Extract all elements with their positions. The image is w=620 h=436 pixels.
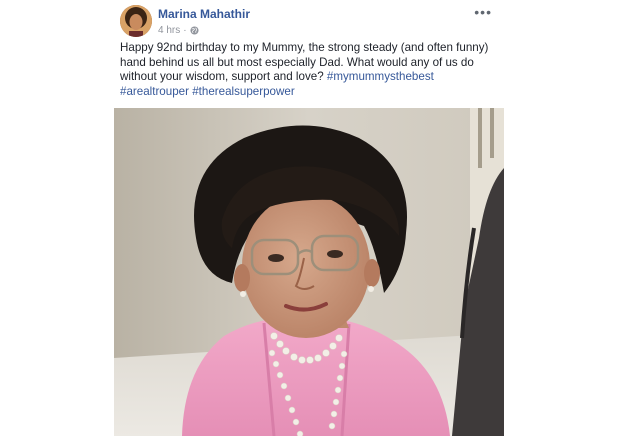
post-header: Marina Mahathir 4 hrs · ••• xyxy=(120,5,500,41)
meta-separator: · xyxy=(183,25,187,36)
more-options-icon[interactable]: ••• xyxy=(474,5,492,19)
avatar-image xyxy=(120,5,152,37)
photo-illustration xyxy=(114,108,504,436)
hashtag-link[interactable]: #mymummysthebest xyxy=(327,70,434,83)
globe-icon[interactable] xyxy=(190,26,199,35)
hashtag-link[interactable]: #therealsuperpower xyxy=(192,85,294,98)
post-message: Happy 92nd birthday to my Mummy, the str… xyxy=(120,41,498,99)
hashtag-link[interactable]: #arealtrouper xyxy=(120,85,189,98)
post-photo[interactable] xyxy=(114,108,504,436)
author-name[interactable]: Marina Mahathir xyxy=(158,7,250,21)
post-timestamp[interactable]: 4 hrs xyxy=(158,25,180,36)
facebook-post: Marina Mahathir 4 hrs · ••• Happy 92nd b… xyxy=(110,0,508,436)
post-meta: 4 hrs · xyxy=(158,25,199,36)
avatar[interactable] xyxy=(120,5,152,37)
